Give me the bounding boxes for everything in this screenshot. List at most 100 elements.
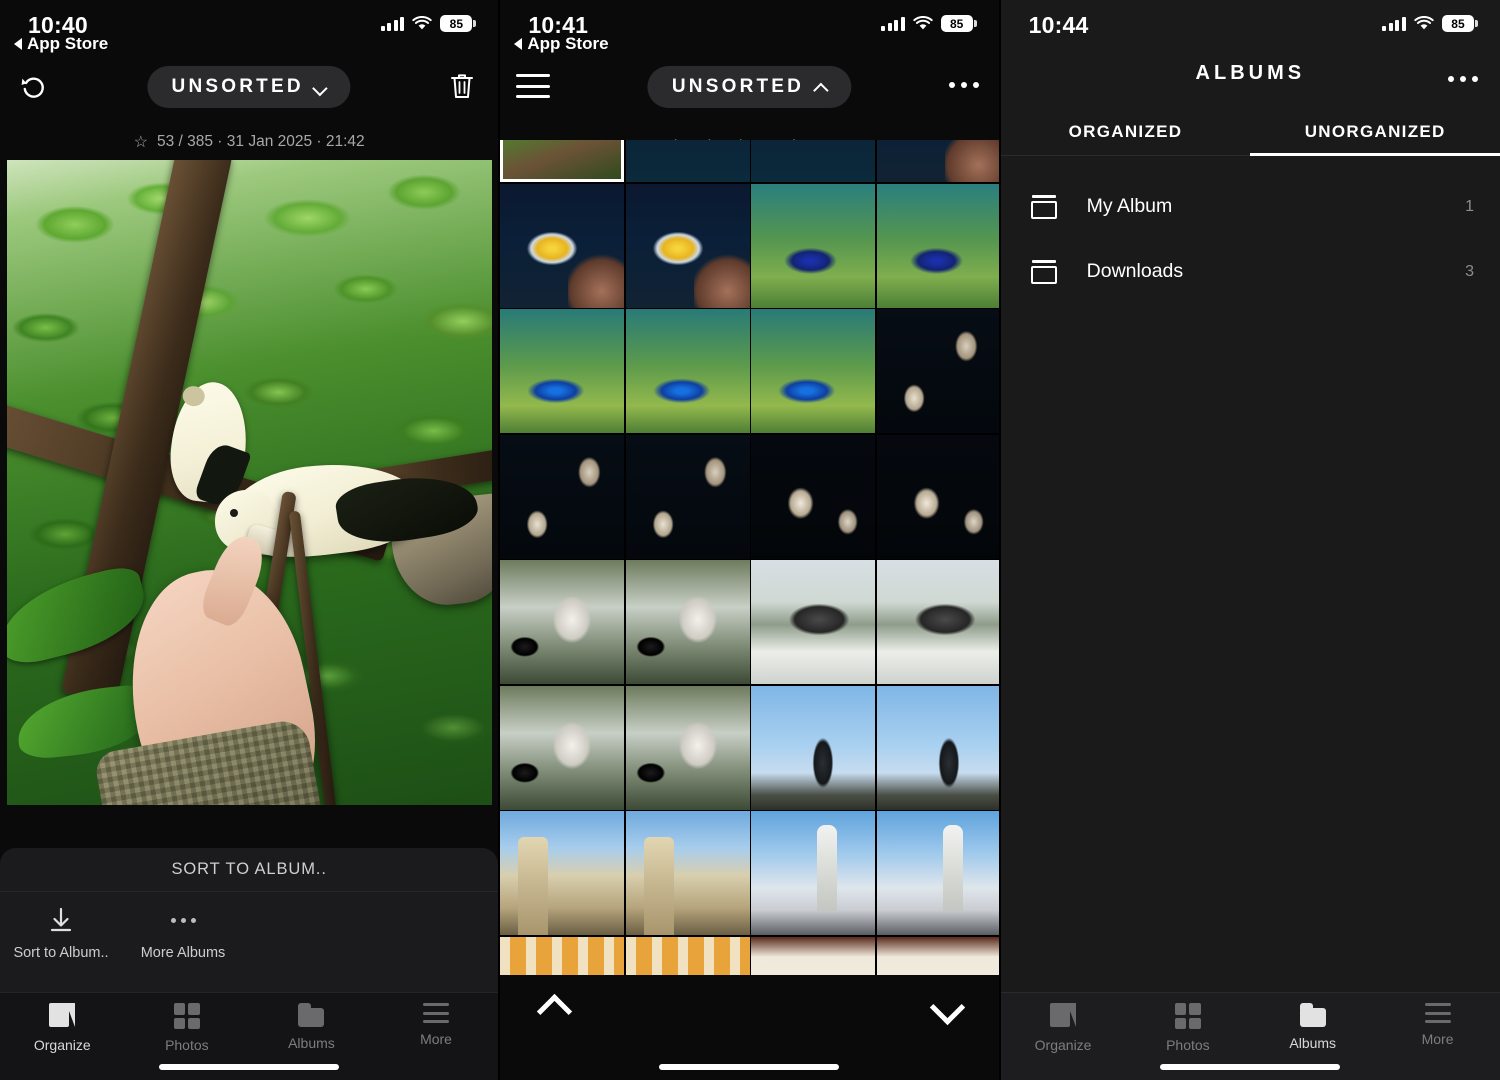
wifi-icon bbox=[412, 16, 433, 30]
grid-thumbnail[interactable] bbox=[876, 936, 999, 975]
tab-organized[interactable]: ORGANIZED bbox=[1001, 108, 1251, 155]
cellular-signal-icon bbox=[881, 16, 905, 31]
grid-thumbnail[interactable] bbox=[625, 434, 750, 559]
bottom-tab-bar: Organize Photos Albums More bbox=[1000, 992, 1500, 1080]
album-row[interactable]: Downloads 3 bbox=[1001, 239, 1500, 304]
tab-photos[interactable]: Photos bbox=[1125, 1003, 1250, 1053]
grid-thumbnail[interactable] bbox=[500, 309, 625, 433]
grid-thumbnail[interactable] bbox=[625, 309, 750, 433]
chevron-up-icon[interactable] bbox=[536, 997, 570, 1019]
grid-thumbnail[interactable] bbox=[625, 936, 750, 975]
tab-photos-label: Photos bbox=[1166, 1037, 1210, 1053]
battery-icon: 85 bbox=[440, 15, 477, 32]
status-bar: 10:44 85 bbox=[1001, 0, 1500, 46]
grid-thumbnail[interactable] bbox=[751, 685, 876, 810]
home-indicator[interactable] bbox=[159, 1064, 340, 1070]
chip-label: UNSORTED bbox=[671, 76, 805, 97]
grid-thumbnail[interactable] bbox=[751, 140, 876, 182]
grid-thumbnail[interactable] bbox=[500, 434, 625, 559]
grid-thumbnail[interactable] bbox=[625, 560, 750, 684]
organize-icon bbox=[49, 1003, 76, 1029]
photo-grid-scroll[interactable] bbox=[500, 140, 999, 975]
main-photo[interactable] bbox=[7, 160, 492, 805]
tab-albums[interactable]: Albums bbox=[249, 1003, 374, 1051]
more-albums-button[interactable]: More Albums bbox=[122, 906, 244, 961]
grid-thumbnail[interactable] bbox=[751, 560, 876, 684]
panel-organize: 10:40 85 App Store UNSORTED ☆ 53 / 385 ·… bbox=[0, 0, 499, 1080]
tab-more[interactable]: More bbox=[374, 1003, 499, 1047]
tab-organize[interactable]: Organize bbox=[0, 1003, 125, 1053]
tab-organize[interactable]: Organize bbox=[1001, 1003, 1126, 1053]
bottom-tab-bar: Organize Photos Albums More bbox=[0, 992, 499, 1080]
cellular-signal-icon bbox=[1382, 16, 1406, 31]
tab-more-label: More bbox=[420, 1031, 452, 1047]
status-indicators: 85 bbox=[881, 15, 977, 32]
more-lines-icon bbox=[423, 1003, 450, 1023]
tab-more[interactable]: More bbox=[1375, 1003, 1500, 1047]
tab-albums[interactable]: Albums bbox=[1250, 1003, 1375, 1051]
albums-folder-icon bbox=[298, 1003, 325, 1027]
grid-thumbnail[interactable] bbox=[751, 309, 876, 433]
grid-thumbnail[interactable] bbox=[625, 183, 750, 308]
grid-thumbnail[interactable] bbox=[500, 811, 625, 935]
status-indicators: 85 bbox=[1382, 15, 1478, 32]
grid-thumbnail[interactable] bbox=[500, 936, 625, 975]
photos-grid-icon bbox=[1174, 1003, 1201, 1029]
wifi-icon bbox=[1414, 16, 1434, 30]
album-name: My Album bbox=[1086, 195, 1173, 217]
sort-to-album-panel: SORT TO ALBUM.. Sort to Album.. More Alb… bbox=[0, 848, 499, 993]
photo-bird-lower-eye bbox=[230, 509, 238, 517]
tab-organized-label: ORGANIZED bbox=[1068, 121, 1183, 141]
hamburger-icon[interactable] bbox=[516, 74, 551, 98]
grid-thumbnail[interactable] bbox=[751, 936, 876, 975]
grid-thumbnail[interactable] bbox=[500, 183, 625, 308]
home-indicator[interactable] bbox=[1160, 1064, 1341, 1070]
undo-icon[interactable] bbox=[12, 64, 56, 108]
sort-to-album-label: Sort to Album.. bbox=[13, 945, 109, 961]
sort-to-album-button[interactable]: Sort to Album.. bbox=[0, 906, 122, 961]
unsorted-filter-chip[interactable]: UNSORTED bbox=[647, 66, 852, 108]
tab-albums-label: Albums bbox=[1289, 1035, 1337, 1051]
grid-thumbnail[interactable] bbox=[876, 140, 999, 182]
chevron-down-icon[interactable] bbox=[929, 997, 963, 1019]
trash-icon[interactable] bbox=[440, 64, 484, 108]
tab-unorganized-label: UNORGANIZED bbox=[1304, 121, 1446, 141]
grid-thumbnail[interactable] bbox=[625, 140, 750, 182]
tab-albums-label: Albums bbox=[288, 1035, 335, 1051]
download-arrow-icon bbox=[47, 906, 75, 934]
unsorted-filter-chip[interactable]: UNSORTED bbox=[147, 66, 351, 108]
photo-grid bbox=[500, 140, 999, 975]
sort-panel-title: SORT TO ALBUM.. bbox=[0, 848, 499, 892]
tab-photos[interactable]: Photos bbox=[125, 1003, 250, 1053]
grid-thumbnail[interactable] bbox=[876, 183, 999, 308]
grid-thumbnail[interactable] bbox=[625, 811, 750, 935]
albums-tabs: ORGANIZED UNORGANIZED bbox=[1000, 108, 1500, 156]
home-indicator[interactable] bbox=[659, 1064, 840, 1070]
grid-thumbnail[interactable] bbox=[751, 811, 876, 935]
albums-header: ALBUMS bbox=[1001, 46, 1500, 108]
three-phone-screenshots: 10:40 85 App Store UNSORTED ☆ 53 / 385 ·… bbox=[0, 0, 1500, 1080]
grid-thumbnail[interactable] bbox=[876, 811, 999, 935]
album-row[interactable]: My Album 1 bbox=[1001, 174, 1500, 239]
ellipsis-icon[interactable] bbox=[948, 82, 979, 88]
grid-thumbnail[interactable] bbox=[876, 685, 999, 810]
tab-unorganized[interactable]: UNORGANIZED bbox=[1250, 108, 1500, 156]
grid-thumbnail[interactable] bbox=[500, 140, 625, 182]
grid-thumbnail[interactable] bbox=[625, 685, 750, 810]
grid-thumbnail[interactable] bbox=[751, 183, 876, 308]
tab-organize-label: Organize bbox=[33, 1037, 91, 1053]
grid-thumbnail[interactable] bbox=[751, 434, 876, 559]
grid-thumbnail[interactable] bbox=[876, 309, 999, 433]
album-list: My Album 1 Downloads 3 bbox=[1001, 156, 1500, 304]
cellular-signal-icon bbox=[380, 16, 405, 31]
ellipsis-icon[interactable] bbox=[1447, 76, 1478, 82]
battery-level: 85 bbox=[1451, 16, 1465, 31]
grid-thumbnail[interactable] bbox=[876, 434, 999, 559]
grid-thumbnail[interactable] bbox=[500, 560, 625, 684]
album-outline-icon bbox=[1030, 259, 1057, 284]
grid-header: UNSORTED bbox=[500, 46, 998, 144]
chevron-up-icon bbox=[814, 81, 827, 94]
panel-photo-grid: 10:41 85 App Store UNSORTED Se bbox=[500, 0, 999, 1080]
grid-thumbnail[interactable] bbox=[876, 560, 999, 684]
grid-thumbnail[interactable] bbox=[500, 685, 625, 810]
